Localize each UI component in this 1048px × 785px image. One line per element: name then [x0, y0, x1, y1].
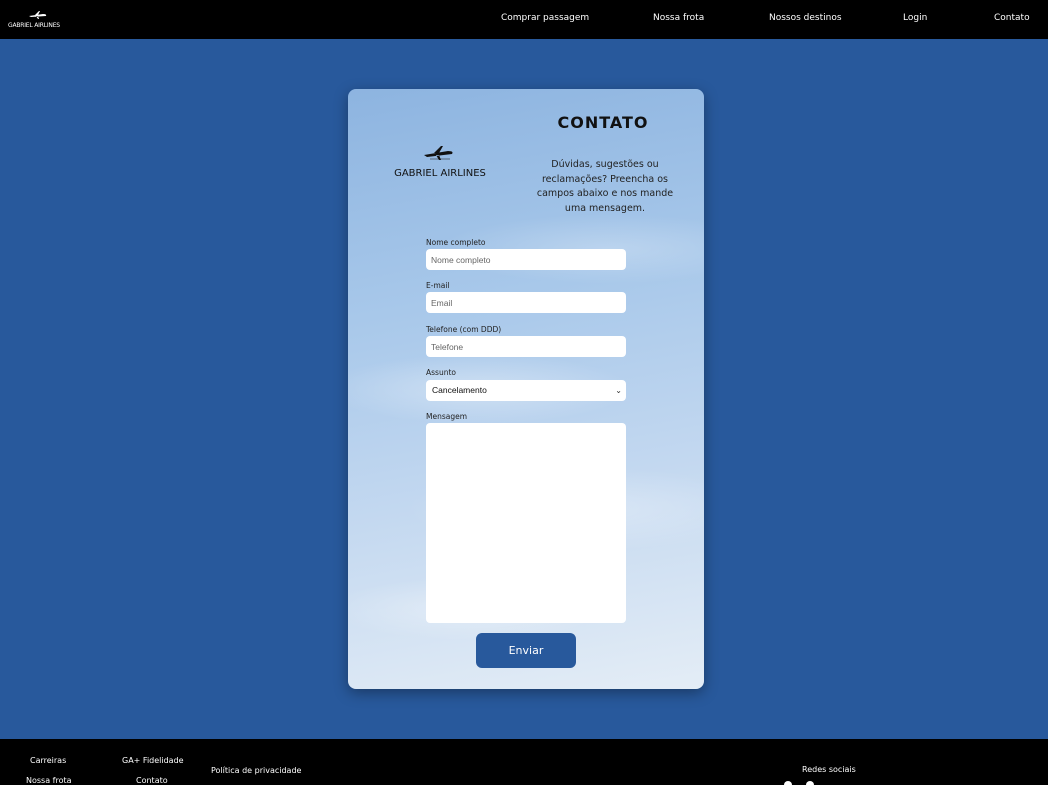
nav-contato[interactable]: Contato — [994, 13, 1030, 23]
name-input[interactable] — [426, 249, 626, 270]
subject-select[interactable]: Cancelamento ⌄ — [426, 380, 626, 401]
nav-nossos-destinos[interactable]: Nossos destinos — [769, 13, 842, 23]
phone-input[interactable] — [426, 336, 626, 357]
subject-label: Assunto — [426, 368, 456, 377]
contact-card: CONTATO GABRIEL AIRLINES Dúvidas, sugest… — [348, 89, 704, 689]
email-label: E-mail — [426, 281, 450, 290]
nav-comprar-passagem[interactable]: Comprar passagem — [501, 13, 589, 23]
chevron-down-icon: ⌄ — [615, 386, 622, 395]
footer-link-fleet[interactable]: Nossa frota — [26, 776, 72, 785]
message-textarea[interactable] — [426, 423, 626, 623]
footer: Carreiras GA+ Fidelidade Política de pri… — [0, 739, 1048, 785]
airplane-icon — [424, 146, 453, 160]
footer-link-contact[interactable]: Contato — [136, 776, 168, 785]
social-heading: Redes sociais — [802, 765, 856, 774]
card-logo: GABRIEL AIRLINES — [390, 144, 490, 184]
footer-link-careers[interactable]: Carreiras — [30, 756, 66, 765]
phone-label: Telefone (com DDD) — [426, 325, 502, 334]
social-icon[interactable] — [784, 781, 792, 785]
social-icon[interactable] — [806, 781, 814, 785]
nav-nossa-frota[interactable]: Nossa frota — [653, 13, 704, 23]
name-label: Nome completo — [426, 238, 486, 247]
page-title: CONTATO — [557, 113, 649, 132]
message-label: Mensagem — [426, 412, 468, 421]
brand-logo[interactable]: GABRIEL AIRLINES — [8, 11, 68, 31]
footer-link-privacy[interactable]: Política de privacidade — [211, 766, 301, 775]
brand-name: GABRIEL AIRLINES — [8, 22, 60, 29]
nav-login[interactable]: Login — [903, 13, 927, 23]
submit-button[interactable]: Enviar — [476, 633, 576, 668]
email-input[interactable] — [426, 292, 626, 313]
card-logo-text: GABRIEL AIRLINES — [394, 168, 486, 179]
subject-selected-value: Cancelamento — [432, 385, 487, 395]
top-navbar: GABRIEL AIRLINES Comprar passagem Nossa … — [0, 0, 1048, 39]
footer-link-loyalty[interactable]: GA+ Fidelidade — [122, 756, 184, 765]
contact-description: Dúvidas, sugestões ou reclamações? Preen… — [536, 159, 674, 214]
airplane-icon — [29, 11, 47, 19]
